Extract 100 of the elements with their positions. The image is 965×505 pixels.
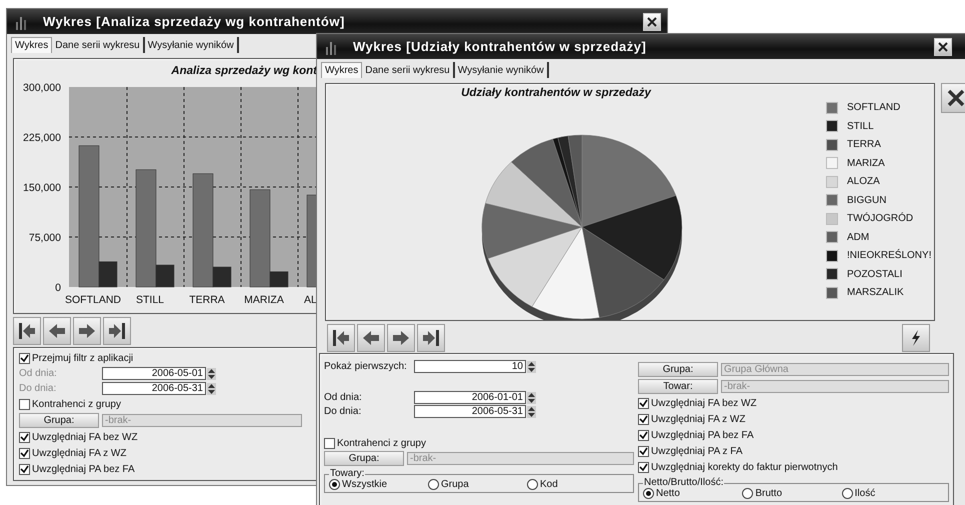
- axis-tick-label: 150,000: [23, 182, 61, 194]
- checkbox[interactable]: [638, 398, 649, 408]
- tab[interactable]: Wysyłanie wyników: [144, 37, 239, 53]
- number-field[interactable]: 10: [414, 360, 526, 373]
- category-label: STILL: [136, 294, 164, 306]
- field-label: Do dnia:: [324, 406, 362, 417]
- checkbox[interactable]: [19, 398, 30, 410]
- last-record-button[interactable]: [103, 317, 131, 345]
- category-label: AL: [304, 294, 317, 306]
- radio-label: Brutto: [755, 488, 782, 499]
- checkbox-label: Uwzględniaj FA z WZ: [32, 448, 126, 458]
- close-button[interactable]: [934, 38, 952, 56]
- date-field[interactable]: 2006-05-31: [414, 405, 526, 418]
- product-button[interactable]: Towar:: [638, 379, 718, 394]
- close-tool-button[interactable]: [941, 83, 965, 113]
- next-record-button[interactable]: [73, 317, 101, 345]
- right-arrow-icon: [107, 321, 127, 341]
- legend-label: !NIEOKREŚLONY!: [847, 250, 932, 262]
- next-record-button[interactable]: [387, 324, 415, 352]
- checkbox[interactable]: [638, 430, 649, 440]
- radio-label: Kod: [540, 479, 558, 490]
- close-icon: [646, 16, 658, 28]
- spinner-icon[interactable]: [527, 406, 536, 418]
- radio-button[interactable]: [428, 479, 439, 490]
- group-button[interactable]: Grupa:: [324, 451, 404, 466]
- category-label: SOFTLAND: [65, 294, 121, 306]
- legend-label: POZOSTALI: [847, 268, 902, 280]
- radio-button[interactable]: [643, 488, 654, 499]
- group-button[interactable]: Grupa:: [638, 362, 718, 377]
- spinner-icon[interactable]: [527, 392, 536, 404]
- radio-button[interactable]: [842, 488, 853, 499]
- radio-label: Wszystkie: [342, 479, 387, 490]
- left-arrow-icon: [17, 321, 37, 341]
- axis-tick-label: 0: [55, 282, 61, 294]
- checkbox[interactable]: [19, 448, 30, 458]
- legend-label: SOFTLAND: [847, 102, 900, 114]
- checkbox-label: Uwzględniaj PA bez FA: [651, 430, 754, 440]
- group-button[interactable]: Grupa:: [19, 413, 99, 428]
- legend-label: TWÓJOGRÓD: [847, 213, 914, 224]
- checkbox-label: Uwzględniaj FA bez WZ: [32, 432, 138, 442]
- category-label: TERRA: [189, 294, 225, 306]
- right-arrow-icon: [391, 328, 411, 348]
- legend-label: ALOZA: [847, 176, 880, 188]
- chart-title: Analiza sprzedaży wg kont: [171, 65, 317, 77]
- radio-label: Netto: [656, 488, 680, 499]
- close-button[interactable]: [643, 12, 661, 30]
- close-icon: [937, 40, 949, 52]
- checkbox[interactable]: [638, 462, 649, 472]
- radio-label: Grupa: [441, 479, 469, 490]
- last-record-button[interactable]: [417, 324, 445, 352]
- checkbox-label: Uwzględniaj FA bez WZ: [651, 398, 757, 408]
- checkbox[interactable]: [19, 464, 30, 474]
- field-label: Od dnia:: [19, 368, 58, 379]
- legend-label: STILL: [847, 120, 874, 132]
- checkbox-label: Uwzględniaj PA z FA: [651, 446, 743, 456]
- axis-tick-label: 75,000: [28, 232, 61, 244]
- lightning-button[interactable]: [902, 324, 930, 352]
- spinner-icon[interactable]: [527, 360, 536, 372]
- legend-label: TERRA: [847, 139, 881, 150]
- checkbox-label: Kontrahenci z grupy: [337, 438, 426, 448]
- first-record-button[interactable]: [327, 324, 355, 352]
- window-title: Wykres [Analiza sprzedaży wg kontrahentów]: [43, 14, 346, 29]
- close-icon: [946, 88, 965, 108]
- tab[interactable]: Wykres: [321, 62, 362, 78]
- first-record-button[interactable]: [13, 317, 41, 345]
- group-title: Towary:: [329, 469, 366, 479]
- checkbox[interactable]: [19, 352, 30, 364]
- group-title: Netto/Brutto/Ilość:: [643, 478, 724, 488]
- checkbox[interactable]: [638, 446, 649, 456]
- radio-button[interactable]: [742, 488, 754, 499]
- checkbox-label: Uwzględniaj FA z WZ: [651, 414, 746, 424]
- legend-label: MARSZALIK: [847, 287, 904, 298]
- axis-tick-label: 300,000: [23, 82, 61, 94]
- radio-button[interactable]: [527, 479, 538, 490]
- radio-button[interactable]: [329, 479, 340, 490]
- field-label: Do dnia:: [19, 383, 58, 394]
- tab[interactable]: Wysyłanie wyników: [454, 62, 549, 78]
- right-arrow-icon: [421, 328, 441, 348]
- left-arrow-icon: [47, 321, 67, 341]
- checkbox[interactable]: [638, 414, 649, 424]
- checkbox-label: Kontrahenci z grupy: [32, 398, 121, 410]
- radio-label: Ilość: [854, 488, 876, 499]
- category-label: MARIZA: [244, 294, 284, 306]
- checkbox-label: Uwzględniaj korekty do faktur pierwotnych: [651, 462, 838, 472]
- checkbox[interactable]: [19, 432, 30, 442]
- checkbox[interactable]: [324, 438, 335, 448]
- left-arrow-icon: [361, 328, 381, 348]
- checkbox-label: Uwzględniaj PA bez FA: [32, 464, 135, 474]
- legend-label: ADM: [847, 232, 870, 243]
- prev-record-button[interactable]: [43, 317, 71, 345]
- spinner-icon[interactable]: [207, 382, 216, 394]
- legend-label: MARIZA: [847, 158, 885, 169]
- legend-label: BIGGUN: [847, 194, 886, 206]
- tab[interactable]: Wykres: [11, 37, 52, 53]
- axis-tick-label: 225,000: [23, 132, 61, 144]
- prev-record-button[interactable]: [357, 324, 385, 352]
- spinner-icon[interactable]: [207, 368, 216, 380]
- field-label: Od dnia:: [324, 392, 363, 403]
- date-field[interactable]: 2006-01-01: [414, 391, 526, 404]
- chart-title: Udziały kontrahentów w sprzedaży: [460, 86, 652, 101]
